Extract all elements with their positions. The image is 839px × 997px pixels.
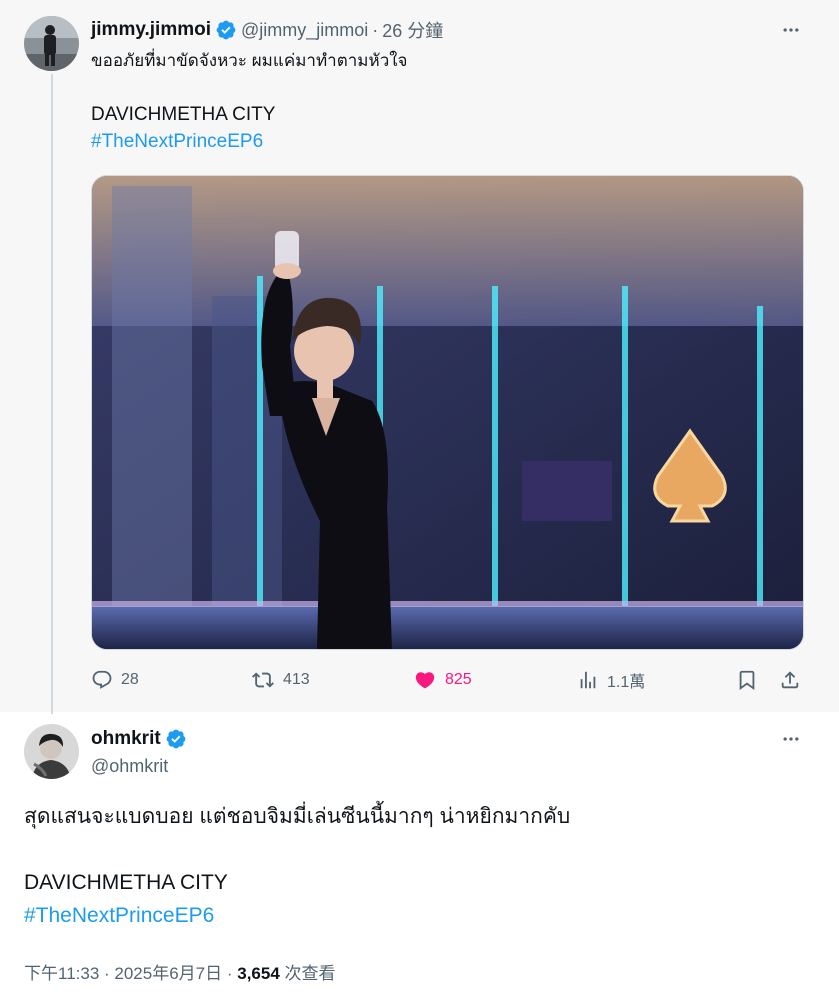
view-count: 1.1萬: [607, 674, 646, 691]
user-handle[interactable]: @jimmy_jimmoi: [241, 20, 368, 41]
hashtag-link[interactable]: #TheNextPrinceEP6: [91, 131, 263, 153]
bookmark-icon: [739, 670, 755, 691]
retweet-button[interactable]: 413: [251, 664, 310, 696]
tweet-title-line: DAVICHMETHA CITY: [24, 871, 228, 894]
reply-count: 28: [121, 671, 139, 688]
display-name[interactable]: ohmkrit: [91, 728, 161, 750]
tweet-text: ขออภัยที่มาขัดจังหวะ ผมแค่มาทำตามหัวใจ: [91, 51, 408, 70]
more-icon[interactable]: [779, 727, 803, 751]
tweet-title-line: DAVICHMETHA CITY: [91, 104, 276, 125]
like-button[interactable]: 825: [413, 664, 472, 696]
like-count: 825: [445, 671, 472, 688]
bookmark-button[interactable]: [736, 664, 766, 696]
reply-icon: [92, 670, 112, 689]
views-button[interactable]: 1.1萬: [577, 664, 645, 696]
share-icon: [781, 671, 799, 689]
share-button[interactable]: [779, 664, 809, 696]
hashtag-link[interactable]: #TheNextPrinceEP6: [24, 904, 214, 928]
tweet-media-image[interactable]: [91, 175, 804, 650]
view-count: 3,654: [237, 964, 280, 983]
avatar[interactable]: [24, 724, 79, 779]
heart-icon: [415, 672, 435, 689]
verified-icon: [165, 728, 187, 750]
avatar[interactable]: [24, 16, 79, 71]
reply-button[interactable]: 28: [91, 664, 139, 696]
tweet-header: jimmy.jimmoi @jimmy_jimmoi · 26 分鐘: [91, 18, 443, 42]
timestamp[interactable]: 下午11:33 · 2025年6月7日 ·: [24, 964, 237, 983]
thread-connector-line: [51, 74, 53, 714]
parent-tweet[interactable]: jimmy.jimmoi @jimmy_jimmoi · 26 分鐘 ขออภั…: [0, 0, 839, 714]
display-name[interactable]: jimmy.jimmoi: [91, 19, 211, 41]
tweet-meta: 下午11:33 · 2025年6月7日 · 3,654 次查看: [24, 959, 336, 984]
view-label: 次查看: [279, 964, 336, 983]
retweet-count: 413: [283, 671, 310, 688]
tweet-actions-bar: 28 413 825 1.1萬: [91, 664, 806, 696]
user-handle[interactable]: @ohmkrit: [91, 756, 168, 777]
tweet-text: สุดแสนจะแบดบอย แต่ชอบจิมมี่เล่นซีนนี้มาก…: [24, 805, 571, 828]
views-icon: [580, 671, 596, 689]
verified-icon: [215, 19, 237, 41]
more-icon[interactable]: [779, 18, 803, 42]
tweet-header: ohmkrit: [91, 727, 187, 751]
timestamp[interactable]: 26 分鐘: [382, 17, 443, 43]
retweet-icon: [252, 672, 274, 688]
separator-dot: ·: [372, 19, 379, 40]
